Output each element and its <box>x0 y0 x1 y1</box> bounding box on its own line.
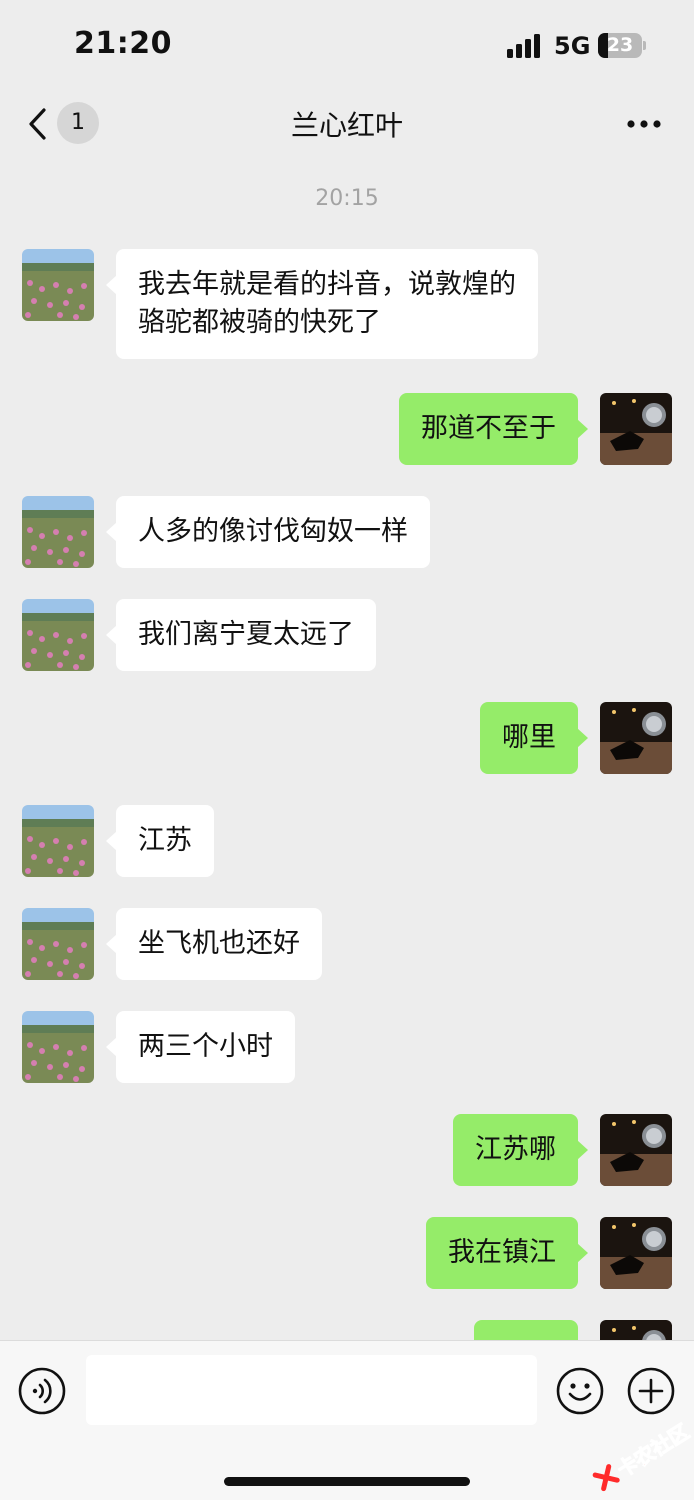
incoming-message[interactable]: 两三个小时 <box>106 1011 295 1083</box>
my-avatar[interactable] <box>600 1114 672 1186</box>
my-avatar[interactable] <box>600 1217 672 1289</box>
voice-icon <box>18 1367 66 1415</box>
contact-avatar[interactable] <box>22 805 94 877</box>
emoji-icon <box>556 1367 604 1415</box>
more-dots-icon <box>627 120 661 128</box>
message-timestamp: 20:15 <box>315 186 379 211</box>
contact-avatar[interactable] <box>22 249 94 321</box>
outgoing-message[interactable]: 我在镇江 <box>426 1217 588 1289</box>
chat-title: 兰心红叶 <box>290 109 403 142</box>
contact-avatar[interactable] <box>22 908 94 980</box>
input-bar <box>0 1340 694 1500</box>
contact-avatar[interactable] <box>22 599 94 671</box>
contact-avatar[interactable] <box>22 496 94 568</box>
plus-icon <box>627 1367 675 1415</box>
incoming-message[interactable]: 人多的像讨伐匈奴一样 <box>106 496 430 568</box>
more-button[interactable] <box>624 106 664 142</box>
my-avatar[interactable] <box>600 702 672 774</box>
signal-icon <box>507 34 543 58</box>
status-bar: 21:20 5G 23 <box>0 0 694 90</box>
voice-button[interactable] <box>18 1367 66 1415</box>
incoming-message[interactable]: 我去年就是看的抖音，说敦煌的 骆驼都被骑的快死了 <box>106 249 538 359</box>
contact-avatar[interactable] <box>22 1011 94 1083</box>
incoming-message[interactable]: 我们离宁夏太远了 <box>106 599 376 671</box>
plus-button[interactable] <box>627 1367 675 1415</box>
incoming-message[interactable]: 江苏 <box>106 805 214 877</box>
network-type: 5G <box>554 32 591 60</box>
emoji-button[interactable] <box>556 1367 604 1415</box>
battery-icon: 23 <box>598 33 646 58</box>
outgoing-message[interactable]: 江苏哪 <box>453 1114 588 1186</box>
outgoing-message[interactable]: 哪里 <box>480 702 588 774</box>
my-avatar[interactable] <box>600 393 672 465</box>
outgoing-message[interactable]: 那道不至于 <box>399 393 588 465</box>
home-indicator[interactable] <box>224 1477 470 1486</box>
status-time: 21:20 <box>74 26 172 61</box>
chat-header: 1 兰心红叶 <box>0 90 694 158</box>
message-input[interactable] <box>86 1355 537 1425</box>
battery-level: 23 <box>606 34 634 56</box>
incoming-message[interactable]: 坐飞机也还好 <box>106 908 322 980</box>
